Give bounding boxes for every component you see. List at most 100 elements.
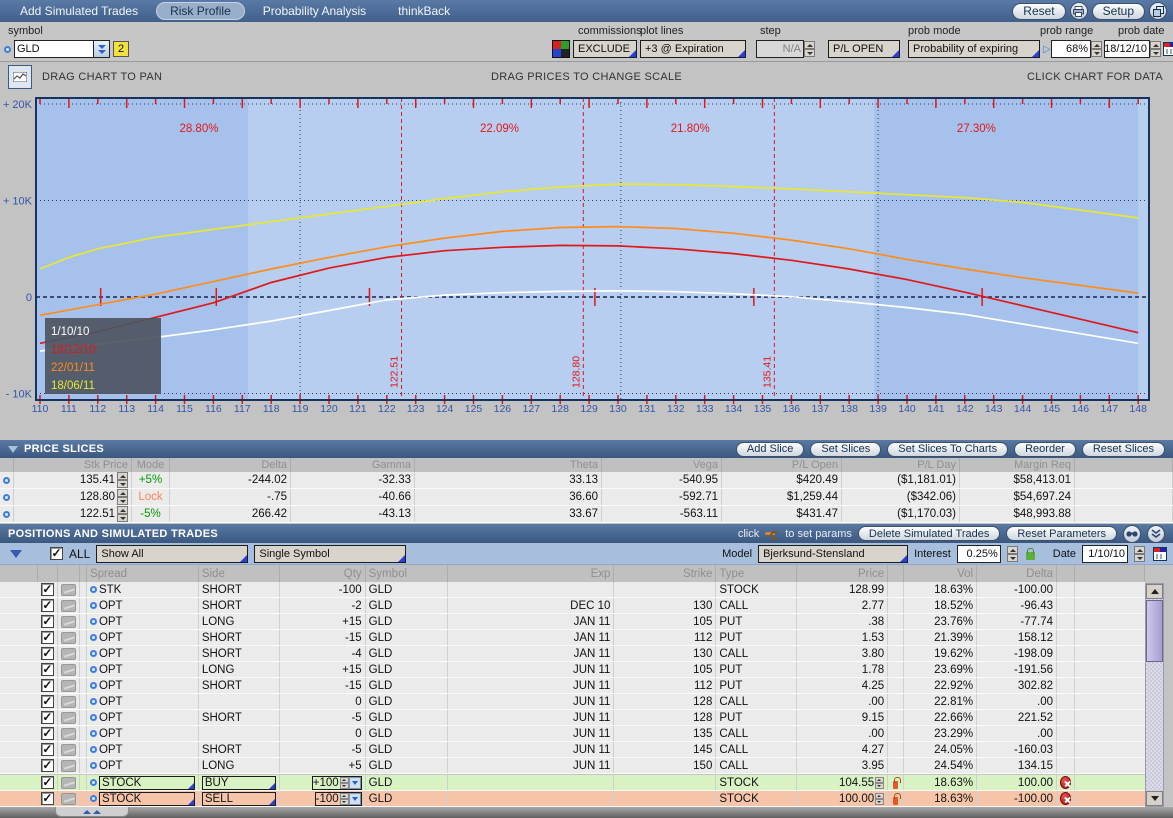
column-header-p-l-day[interactable]: P/L Day — [842, 458, 960, 472]
reset-parameters-button[interactable]: Reset Parameters — [1006, 526, 1117, 541]
column-header-side[interactable]: Side — [199, 565, 280, 582]
row-bullet-icon[interactable] — [90, 730, 97, 737]
delete-trade-button[interactable] — [1060, 792, 1071, 805]
row-checkbox[interactable]: ✓ — [41, 792, 54, 805]
collapse-price-slices-icon[interactable] — [8, 446, 18, 453]
scrollbar-thumb[interactable] — [1146, 600, 1163, 662]
qty-input[interactable]: -100 — [315, 792, 362, 806]
column-header-mode[interactable]: Mode — [132, 458, 170, 472]
column-header-gamma[interactable]: Gamma — [291, 458, 415, 472]
expand-positions-icon[interactable] — [10, 550, 22, 558]
column-header-delta[interactable]: Delta — [170, 458, 291, 472]
row-bullet-icon[interactable] — [90, 795, 97, 802]
slice-bullet-icon[interactable] — [3, 477, 10, 484]
interest-input[interactable]: 0.25% — [957, 545, 1001, 563]
spread-select[interactable]: STOCK — [99, 776, 195, 790]
row-checkbox[interactable]: ✓ — [41, 776, 54, 789]
row-params-icon[interactable] — [61, 728, 76, 740]
row-checkbox[interactable]: ✓ — [41, 615, 54, 628]
show-all-select[interactable]: Show All — [96, 545, 248, 563]
row-params-icon[interactable] — [61, 600, 76, 612]
row-checkbox[interactable]: ✓ — [41, 759, 54, 772]
step-input[interactable]: N/A — [756, 40, 804, 58]
stk-price-spinner[interactable] — [117, 489, 128, 505]
set-slices-button[interactable]: Set Slices — [810, 442, 881, 457]
collapse-section-button[interactable] — [1147, 525, 1165, 543]
add-slice-button[interactable]: Add Slice — [736, 442, 804, 457]
prob-date-input[interactable]: 18/12/10 — [1104, 40, 1150, 58]
row-checkbox[interactable]: ✓ — [41, 663, 54, 676]
price-spinner[interactable] — [875, 793, 884, 805]
column-header-vega[interactable]: Vega — [602, 458, 722, 472]
row-bullet-icon[interactable] — [90, 779, 97, 786]
date-calendar-icon[interactable] — [1153, 547, 1167, 561]
qty-spinner[interactable] — [340, 777, 349, 789]
chart-canvas[interactable]: + 20K+ 10K0- 10K122.51128.80135.4128.80%… — [0, 92, 1173, 422]
column-header-strike[interactable]: Strike — [614, 565, 716, 582]
all-checkbox[interactable]: ✓ — [50, 547, 63, 560]
row-checkbox[interactable]: ✓ — [41, 711, 54, 724]
model-select[interactable]: Bjerksund-Stensland — [758, 545, 908, 563]
slice-bullet-icon[interactable] — [3, 511, 10, 518]
print-button[interactable] — [1070, 2, 1088, 20]
chart-style-icon[interactable] — [552, 40, 570, 58]
row-bullet-icon[interactable] — [90, 666, 97, 673]
column-header-p-l-open[interactable]: P/L Open — [722, 458, 842, 472]
row-bullet-icon[interactable] — [90, 698, 97, 705]
plot-lines-select[interactable]: +3 @ Expiration — [640, 40, 746, 58]
price-lock-icon[interactable] — [893, 781, 898, 789]
tab-thinkback[interactable]: thinkBack — [384, 2, 464, 20]
row-params-icon[interactable] — [61, 777, 76, 789]
row-bullet-icon[interactable] — [90, 602, 97, 609]
single-symbol-select[interactable]: Single Symbol — [254, 545, 406, 563]
stk-price-spinner[interactable] — [117, 472, 128, 488]
step-spinner[interactable] — [804, 41, 815, 57]
prob-date-calendar-icon[interactable] — [1163, 42, 1173, 56]
symbol-count-badge[interactable]: 2 — [113, 41, 129, 57]
reorder-button[interactable]: Reorder — [1014, 442, 1076, 457]
spread-select[interactable]: STOCK — [99, 792, 195, 806]
column-header-symbol[interactable]: Symbol — [366, 565, 448, 582]
pl-mode-select[interactable]: P/L OPEN — [828, 40, 900, 58]
row-checkbox[interactable]: ✓ — [41, 679, 54, 692]
stk-price-value[interactable]: 122.51 — [80, 508, 115, 520]
row-checkbox[interactable]: ✓ — [41, 647, 54, 660]
row-bullet-icon[interactable] — [90, 634, 97, 641]
stk-price-spinner[interactable] — [117, 506, 128, 522]
stk-price-value[interactable]: 128.80 — [80, 491, 115, 503]
qty-spinner[interactable] — [340, 793, 349, 805]
column-header-exp[interactable]: Exp — [448, 565, 615, 582]
reset-slices-button[interactable]: Reset Slices — [1082, 442, 1165, 457]
symbol-dropdown-button[interactable] — [94, 40, 110, 58]
row-bullet-icon[interactable] — [90, 746, 97, 753]
row-bullet-icon[interactable] — [90, 586, 97, 593]
row-params-icon[interactable] — [61, 616, 76, 628]
column-header-type[interactable]: Type — [716, 565, 797, 582]
date-spinner[interactable] — [1134, 546, 1145, 562]
side-select[interactable]: BUY — [202, 776, 276, 790]
row-params-icon[interactable] — [61, 648, 76, 660]
side-select[interactable]: SELL — [202, 792, 276, 806]
row-checkbox[interactable]: ✓ — [41, 583, 54, 596]
reset-button[interactable]: Reset — [1012, 3, 1065, 20]
row-params-icon[interactable] — [61, 793, 76, 805]
row-params-icon[interactable] — [61, 696, 76, 708]
chart-settings-button[interactable] — [8, 65, 32, 89]
row-params-icon[interactable] — [61, 632, 76, 644]
row-checkbox[interactable]: ✓ — [41, 743, 54, 756]
delete-simulated-trades-button[interactable]: Delete Simulated Trades — [858, 526, 1000, 541]
row-params-icon[interactable] — [61, 680, 76, 692]
prob-date-spinner[interactable] — [1150, 41, 1161, 57]
expand-bottom-panel-button[interactable] — [55, 807, 129, 817]
stk-price-value[interactable]: 135.41 — [80, 474, 115, 486]
prob-range-input[interactable]: 68% — [1051, 40, 1091, 58]
delete-trade-button[interactable] — [1060, 776, 1071, 789]
row-bullet-icon[interactable] — [90, 714, 97, 721]
column-header-theta[interactable]: Theta — [415, 458, 602, 472]
row-params-icon[interactable] — [61, 760, 76, 772]
prob-mode-select[interactable]: Probability of expiring — [908, 40, 1040, 58]
set-slices-to-charts-button[interactable]: Set Slices To Charts — [887, 442, 1008, 457]
column-header-margin-req[interactable]: Margin Req — [960, 458, 1075, 472]
slice-mode[interactable]: Lock — [132, 489, 170, 505]
symbol-input[interactable]: GLD — [14, 40, 94, 58]
